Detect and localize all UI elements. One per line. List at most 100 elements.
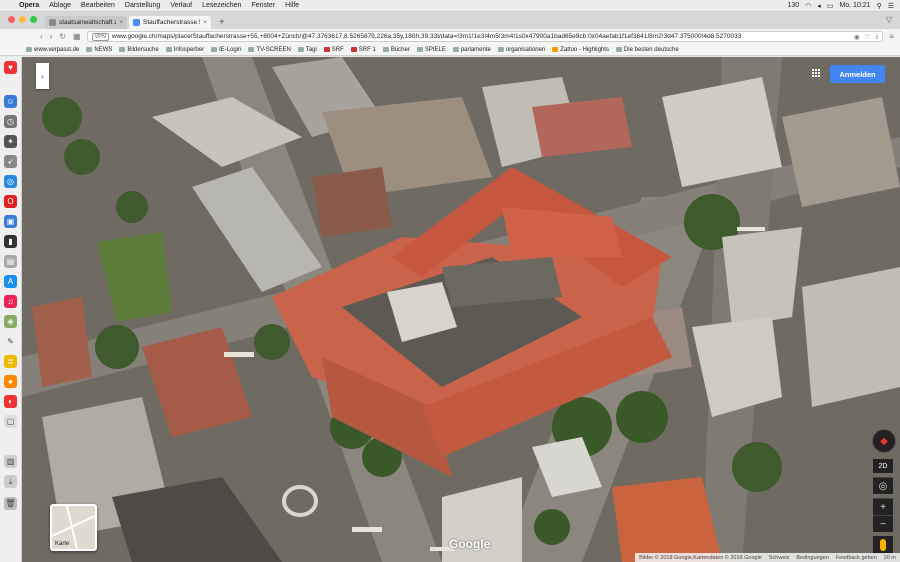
google-logo: Google <box>449 537 491 551</box>
apps-grid-icon[interactable] <box>812 69 821 78</box>
window-controls <box>0 16 45 29</box>
tab-staatsanwaltschaft[interactable]: staatsanwaltschaft zürich × <box>45 16 127 29</box>
menu-ablage[interactable]: Ablage <box>44 2 76 9</box>
firefox-icon[interactable]: ● <box>4 375 17 388</box>
reload-icon[interactable]: ↻ <box>59 32 66 41</box>
search-icon[interactable]: ⚲ <box>877 2 882 10</box>
notes-yellow-icon[interactable]: ≣ <box>4 355 17 368</box>
textedit-icon[interactable]: ✎ <box>4 335 17 348</box>
maps-icon[interactable]: ◈ <box>4 315 17 328</box>
zoom-out-button[interactable]: − <box>873 515 893 532</box>
easy-setup-icon[interactable]: ≡ <box>889 32 900 41</box>
bookmark-infosperber[interactable]: Infosperber <box>165 47 204 53</box>
bookmark-parlamente[interactable]: parlamente <box>452 47 491 53</box>
tab-menu-icon[interactable]: ▽ <box>886 15 892 24</box>
nav-buttons: ‹ › ↻ ▦ <box>0 32 87 41</box>
scale-bar[interactable]: 20 m <box>884 555 896 561</box>
notification-icon[interactable]: ☰ <box>888 2 894 10</box>
bookmark-tagi[interactable]: Tagi <box>297 47 317 53</box>
terminal-icon[interactable]: ▮ <box>4 235 17 248</box>
bookmark-news[interactable]: NEWS <box>86 47 112 53</box>
clock-icon[interactable]: ◷ <box>4 115 17 128</box>
rocket-icon[interactable]: ➶ <box>4 155 17 168</box>
heart-icon[interactable]: ♡ <box>865 33 871 41</box>
my-location-button[interactable]: ◎ <box>873 477 893 494</box>
new-tab-button[interactable]: + <box>213 17 231 29</box>
pegman-icon[interactable] <box>873 536 893 554</box>
close-window-icon[interactable] <box>8 16 15 23</box>
terms-link[interactable]: Bedingungen <box>796 555 828 561</box>
imagery-attribution: Bilder © 2018 Google,Kartendaten © 2018 … <box>639 554 762 561</box>
srf-icon <box>323 47 330 52</box>
menu-verlauf[interactable]: Verlauf <box>165 2 197 9</box>
menu-fenster[interactable]: Fenster <box>246 2 280 9</box>
bookmark-srf[interactable]: SRF <box>323 47 344 53</box>
bookmark-tv-screen[interactable]: TV-SCREEN <box>248 47 291 53</box>
back-icon[interactable]: ‹ <box>40 32 43 41</box>
camera-icon[interactable]: ◉ <box>854 33 860 41</box>
status-count[interactable]: 130 <box>788 2 800 9</box>
country-link[interactable]: Schweiz <box>769 555 789 561</box>
documents-icon[interactable]: ▥ <box>4 455 17 468</box>
app-store-icon[interactable]: A <box>4 275 17 288</box>
aerial-imagery[interactable] <box>22 57 900 562</box>
folder-icon <box>119 47 126 52</box>
grid-icon[interactable]: ▦ <box>73 32 81 41</box>
bookmark-die-besten[interactable]: Die besten deutsche <box>615 47 679 53</box>
tab-title: staatsanwaltschaft zürich <box>59 19 116 26</box>
pocket-icon[interactable]: ◐ <box>4 395 17 408</box>
battery-icon[interactable]: ▭ <box>827 2 834 10</box>
clock[interactable]: Mo. 10:21 <box>839 2 870 9</box>
status-area: 130 ◠ ◂ ▭ Mo. 10:21 ⚲ ☰ <box>788 0 895 11</box>
photos-icon[interactable]: ▣ <box>4 215 17 228</box>
signin-button[interactable]: Anmelden <box>830 65 885 83</box>
downloads-icon[interactable]: ⤓ <box>4 475 17 488</box>
bookmark-buecher[interactable]: Bücher <box>382 47 410 53</box>
trash-icon[interactable]: 🗑 <box>4 497 17 510</box>
map-type-toggle[interactable]: Karte <box>50 504 97 551</box>
zoom-window-icon[interactable] <box>30 16 37 23</box>
zattoo-icon <box>552 47 559 52</box>
satellite-map-view[interactable]: › Anmelden Karte Google ◆ 2D ◎ + − Bilde… <box>22 57 900 562</box>
heart-icon[interactable]: ♥ <box>4 61 17 74</box>
feedback-link[interactable]: Feedback geben <box>836 555 877 561</box>
safari-icon[interactable]: ◎ <box>4 175 17 188</box>
minimize-window-icon[interactable] <box>19 16 26 23</box>
opera-icon[interactable]: O <box>4 195 17 208</box>
bookmark-ie-login[interactable]: IE-Login <box>211 47 241 53</box>
itunes-icon[interactable]: ♫ <box>4 295 17 308</box>
tab-stauffacherstrasse[interactable]: Stauffacherstrasse 55 - Goo × <box>129 16 211 29</box>
tab-favicon-icon <box>49 19 56 26</box>
address-field[interactable]: VPN www.google.ch/maps/place/Stauffacher… <box>86 31 884 42</box>
forward-icon[interactable]: › <box>50 32 53 41</box>
bookmark-icon <box>165 47 172 52</box>
menu-bearbeiten[interactable]: Bearbeiten <box>76 2 120 9</box>
close-tab-icon[interactable]: × <box>119 19 123 26</box>
menu-lesezeichen[interactable]: Lesezeichen <box>197 2 246 9</box>
menu-opera[interactable]: Opera <box>14 2 44 9</box>
bookmark-bildersuche[interactable]: Bildersuche <box>119 47 159 53</box>
bookmark-organisationen[interactable]: organisationen <box>497 47 545 53</box>
tilt-toggle-button[interactable]: 2D <box>873 459 893 473</box>
download-icon[interactable]: ⤓ <box>875 33 878 41</box>
finder-icon[interactable]: ☺ <box>4 95 17 108</box>
bookmark-verpasst[interactable]: www.verpasst.de <box>26 47 79 53</box>
menu-darstellung[interactable]: Darstellung <box>120 2 165 9</box>
folder-icon <box>416 47 423 52</box>
close-tab-icon[interactable]: × <box>203 19 207 26</box>
wifi-icon[interactable]: ◠ <box>805 2 811 10</box>
launchpad-icon[interactable]: ✦ <box>4 135 17 148</box>
collapse-sidepanel-button[interactable]: › <box>36 63 49 89</box>
bookmark-spiele[interactable]: SPIELE <box>416 47 446 53</box>
bookmark-srf1[interactable]: SRF 1 <box>350 47 376 53</box>
menu-hilfe[interactable]: Hilfe <box>280 2 304 9</box>
tab-bar: staatsanwaltschaft zürich × Stauffachers… <box>0 12 900 29</box>
vpn-badge[interactable]: VPN <box>91 32 109 41</box>
notes-icon[interactable]: ▤ <box>4 255 17 268</box>
bookmark-zattoo[interactable]: Zattoo - Highlights <box>552 47 609 53</box>
bookmark-icon <box>615 47 622 52</box>
preview-icon[interactable]: ▢ <box>4 415 17 428</box>
zoom-in-button[interactable]: + <box>873 498 893 515</box>
compass-icon[interactable]: ◆ <box>872 429 896 453</box>
volume-icon[interactable]: ◂ <box>817 2 821 10</box>
